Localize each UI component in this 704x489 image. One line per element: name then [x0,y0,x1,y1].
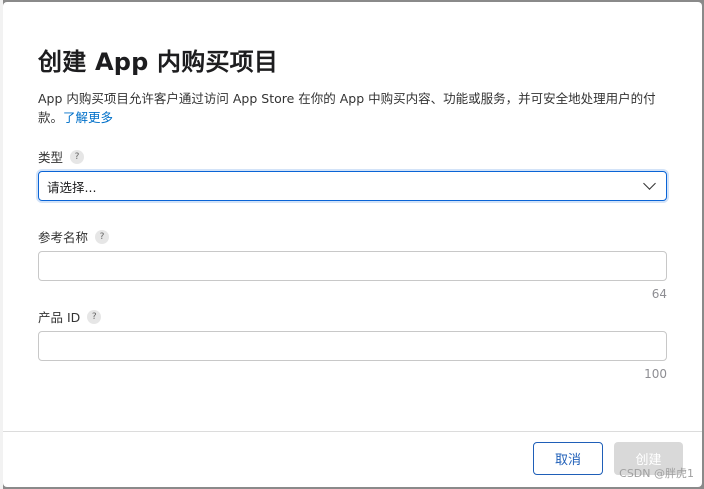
type-label-text: 类型 [38,150,64,165]
reference-name-input[interactable] [38,251,667,281]
footer-divider [3,431,702,432]
product-id-label-text: 产品 ID [38,310,81,325]
description-text: App 内购买项目允许客户通过访问 App Store 在你的 App 中购买内… [38,91,656,125]
dialog-description: App 内购买项目允许客户通过访问 App Store 在你的 App 中购买内… [38,89,668,127]
cancel-button[interactable]: 取消 [533,442,603,475]
help-icon[interactable]: ? [87,309,102,324]
product-id-label: 产品 ID ? [38,307,102,326]
product-id-char-limit: 100 [644,367,667,381]
reference-name-label: 参考名称 ? [38,227,110,246]
product-id-input[interactable] [38,331,667,361]
type-select[interactable]: 请选择... [38,171,667,201]
help-icon[interactable]: ? [70,149,85,164]
create-iap-dialog: 创建 App 内购买项目 App 内购买项目允许客户通过访问 App Store… [3,2,702,487]
type-label: 类型 ? [38,147,85,166]
learn-more-link[interactable]: 了解更多 [63,110,113,125]
watermark: CSDN @胖虎1 [619,467,694,480]
type-select-value: 请选择... [47,179,97,195]
help-icon[interactable]: ? [95,229,110,244]
reference-name-char-limit: 64 [651,287,667,301]
reference-name-label-text: 参考名称 [38,230,89,245]
chevron-down-icon [643,177,656,190]
dialog-title: 创建 App 内购买项目 [38,48,279,76]
